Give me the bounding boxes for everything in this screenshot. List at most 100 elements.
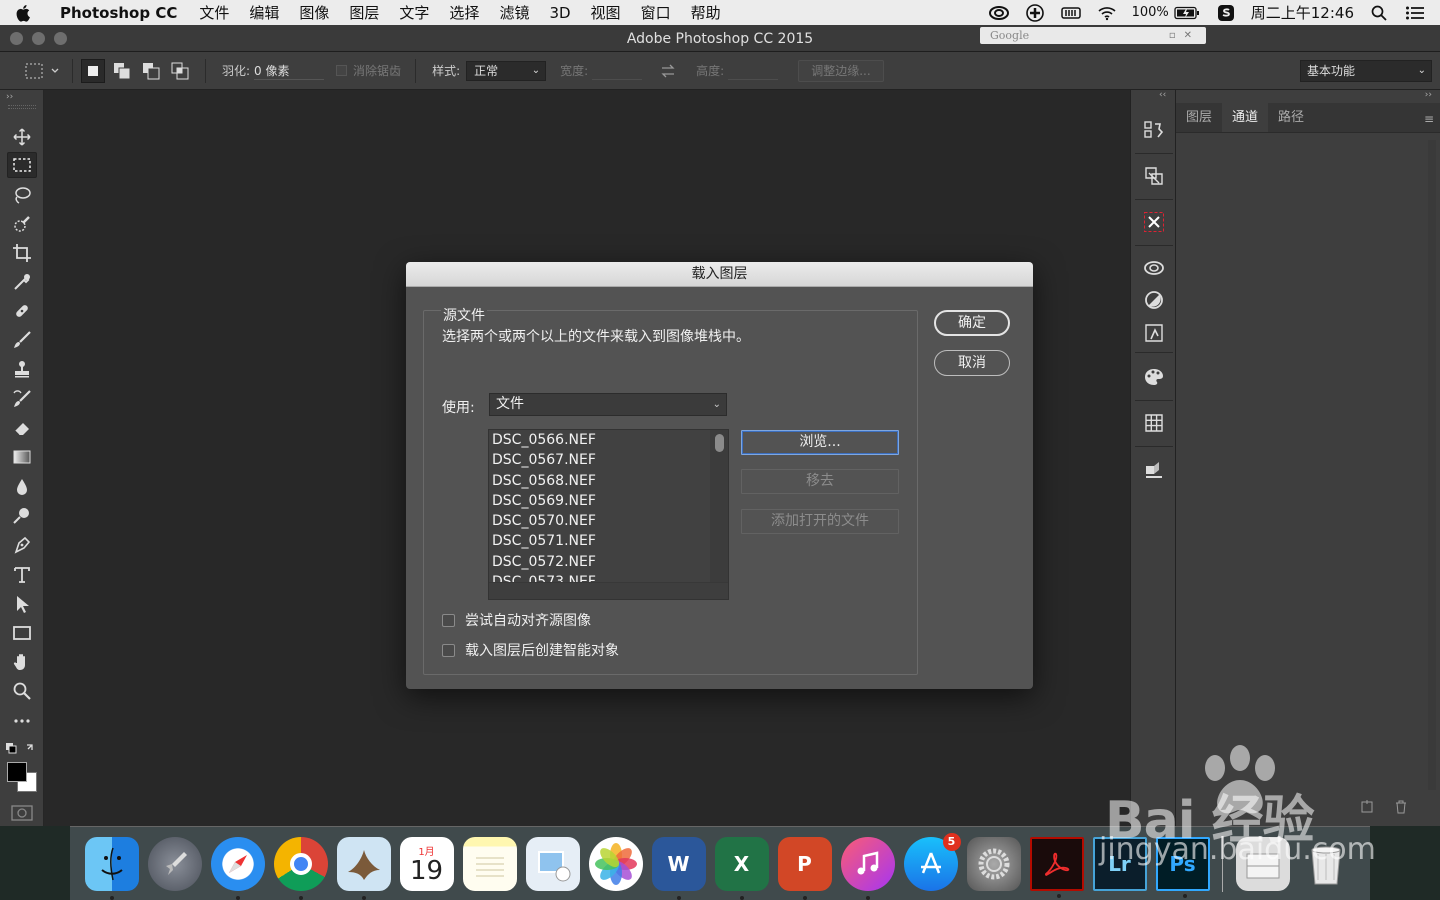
history-panel-button[interactable]	[1140, 116, 1168, 144]
google-overlay[interactable]: Google ▫✕	[980, 27, 1206, 44]
grid-panel-button[interactable]	[1140, 409, 1168, 437]
creative-cloud-icon[interactable]	[988, 4, 1010, 22]
cancel-button[interactable]: 取消	[934, 350, 1010, 376]
list-item[interactable]: DSC_0567.NEF	[489, 450, 711, 470]
use-select[interactable]: 文件 ⌄	[489, 393, 727, 416]
3d-panel-button[interactable]	[1140, 455, 1168, 483]
brush-tool[interactable]	[7, 327, 37, 353]
hand-tool[interactable]	[7, 649, 37, 675]
file-list[interactable]: DSC_0566.NEF DSC_0567.NEF DSC_0568.NEF D…	[488, 429, 729, 600]
smart-object-checkbox[interactable]: 载入图层后创建智能对象	[442, 640, 619, 660]
panel-scrollbar[interactable]	[1428, 140, 1436, 790]
remove-button[interactable]: 移去	[741, 469, 899, 494]
tool-preset-picker[interactable]	[24, 60, 64, 82]
dodge-tool[interactable]	[7, 503, 37, 529]
list-item[interactable]: DSC_0572.NEF	[489, 552, 711, 572]
menu-help[interactable]: 帮助	[681, 2, 731, 23]
add-to-selection-button[interactable]	[110, 59, 134, 83]
blur-tool[interactable]	[7, 474, 37, 500]
adjustments-panel-button[interactable]	[1140, 286, 1168, 314]
menu-layer[interactable]: 图层	[339, 2, 389, 23]
rectangular-marquee-tool[interactable]	[7, 152, 37, 178]
smart-object-checkbox-box[interactable]	[442, 643, 455, 657]
lasso-tool[interactable]	[7, 182, 37, 208]
expand-toolbar-icon[interactable]: ››	[6, 92, 13, 102]
subtract-from-selection-button[interactable]	[139, 59, 163, 83]
auto-align-checkbox[interactable]: 尝试自动对齐源图像	[442, 610, 591, 630]
notification-center-icon[interactable]	[1404, 4, 1426, 22]
toolbar-grip[interactable]	[8, 105, 36, 109]
tab-layers[interactable]: 图层	[1176, 103, 1222, 132]
downloads-stack-icon[interactable]	[1235, 836, 1290, 891]
type-tool[interactable]	[7, 562, 37, 588]
refine-edge-button[interactable]: 调整边缘...	[798, 59, 884, 82]
antialias-checkbox-box[interactable]	[336, 65, 348, 76]
tab-channels[interactable]: 通道	[1222, 103, 1269, 132]
system-preferences-icon[interactable]	[966, 836, 1021, 891]
new-channel-icon[interactable]	[1360, 800, 1374, 814]
workspace-select[interactable]: 基本功能 ⌄	[1300, 60, 1432, 82]
scrollbar-thumb[interactable]	[715, 434, 724, 452]
eraser-tool[interactable]	[7, 415, 37, 441]
google-overlay-controls[interactable]: ▫✕	[1169, 27, 1200, 44]
launchpad-icon[interactable]	[147, 836, 202, 891]
edit-toolbar-button[interactable]	[7, 708, 37, 734]
zoom-tool[interactable]	[7, 678, 37, 704]
menu-edit[interactable]: 编辑	[239, 2, 289, 23]
trash-icon[interactable]	[1299, 837, 1353, 891]
menu-type[interactable]: 文字	[389, 2, 439, 23]
menu-view[interactable]: 视图	[581, 2, 631, 23]
intersect-selection-button[interactable]	[168, 59, 192, 83]
menu-image[interactable]: 图像	[289, 2, 339, 23]
list-item[interactable]: DSC_0571.NEF	[489, 531, 711, 551]
photos-icon[interactable]	[588, 836, 643, 891]
battery-icon[interactable]	[1173, 4, 1201, 22]
notes-icon[interactable]	[462, 836, 517, 891]
calendar-icon[interactable]: 1月 19	[399, 836, 454, 891]
menubar-clock[interactable]: 周二上午12:46	[1251, 2, 1354, 23]
trash-icon[interactable]	[1394, 800, 1408, 814]
height-input[interactable]	[728, 62, 779, 80]
new-selection-button[interactable]	[81, 58, 105, 83]
foreground-color-swatch[interactable]	[7, 762, 27, 782]
gradient-tool[interactable]	[7, 444, 37, 470]
style-select[interactable]: 正常 ⌄	[466, 60, 547, 81]
feather-input[interactable]: 0 像素	[254, 62, 325, 80]
wifi-icon[interactable]	[1096, 4, 1118, 22]
rectangle-tool[interactable]	[7, 620, 37, 646]
spotlight-search-icon[interactable]	[1368, 4, 1390, 22]
menu-window[interactable]: 窗口	[631, 2, 681, 23]
color-swatches[interactable]	[5, 760, 39, 794]
itunes-icon[interactable]	[840, 836, 895, 900]
excel-icon[interactable]: X	[714, 836, 769, 900]
add-open-files-button[interactable]: 添加打开的文件	[741, 509, 899, 534]
list-item[interactable]: DSC_0568.NEF	[489, 471, 711, 491]
swatches-panel-button[interactable]	[1140, 363, 1168, 391]
tab-paths[interactable]: 路径	[1268, 103, 1314, 132]
collapse-panels-icon[interactable]: ‹‹	[1159, 90, 1166, 100]
eyedropper-tool[interactable]	[7, 269, 37, 295]
quick-selection-tool[interactable]	[7, 211, 37, 237]
antialias-checkbox[interactable]: 消除锯齿	[336, 62, 401, 79]
lightroom-icon[interactable]: Lr	[1092, 836, 1147, 891]
photoshop-icon[interactable]: Ps	[1155, 836, 1210, 898]
menu-filter[interactable]: 滤镜	[489, 2, 539, 23]
move-tool[interactable]	[7, 124, 37, 150]
menu-3d[interactable]: 3D	[539, 4, 580, 22]
list-item[interactable]: DSC_0570.NEF	[489, 511, 711, 531]
powerpoint-icon[interactable]: P	[777, 836, 832, 900]
file-list-vertical-scrollbar[interactable]	[710, 430, 728, 582]
history-brush-tool[interactable]	[7, 386, 37, 412]
mail-icon[interactable]	[336, 836, 391, 900]
memory-icon[interactable]	[1060, 4, 1082, 22]
ok-button[interactable]: 确定	[934, 310, 1010, 336]
list-item[interactable]: DSC_0566.NEF	[489, 430, 711, 450]
auto-align-checkbox-box[interactable]	[442, 613, 455, 627]
menu-select[interactable]: 选择	[439, 2, 489, 23]
preview-icon[interactable]	[525, 836, 580, 891]
path-selection-tool[interactable]	[7, 591, 37, 617]
word-icon[interactable]: W	[651, 836, 706, 900]
pen-tool[interactable]	[7, 532, 37, 558]
crop-tool[interactable]	[7, 240, 37, 266]
tool-presets-panel-button[interactable]	[1140, 208, 1168, 236]
